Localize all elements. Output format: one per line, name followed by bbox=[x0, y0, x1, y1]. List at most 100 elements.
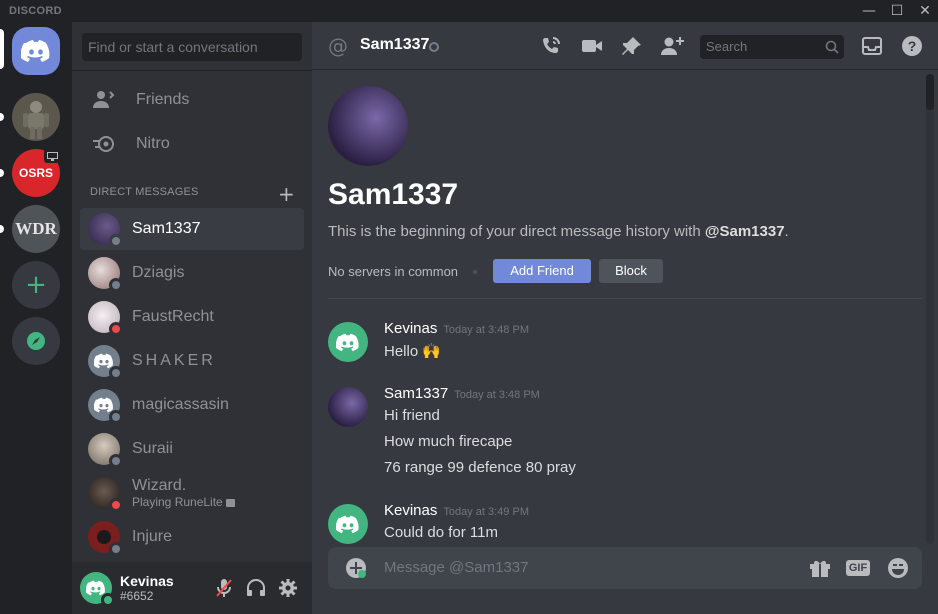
pinned-messages-button[interactable] bbox=[620, 34, 644, 58]
dm-item-wizard[interactable]: Wizard. Playing RuneLite bbox=[80, 472, 304, 514]
minimize-button[interactable]: — bbox=[856, 0, 882, 22]
message-input[interactable]: Message @Sam1337 bbox=[384, 559, 528, 576]
monitor-icon bbox=[46, 151, 58, 161]
nitro-icon bbox=[88, 128, 120, 160]
timestamp: Today at 3:48 PM bbox=[443, 324, 529, 336]
dm-item-sam1337[interactable]: Sam1337 bbox=[80, 208, 304, 250]
mute-button[interactable] bbox=[212, 576, 236, 600]
gif-button[interactable]: GIF bbox=[845, 556, 871, 580]
headphones-icon bbox=[247, 579, 265, 596]
avatar bbox=[88, 433, 123, 468]
divider bbox=[72, 70, 312, 71]
chat-header: @ Sam1337 Search ? bbox=[312, 22, 938, 70]
dm-item-faustrecht[interactable]: FaustRecht bbox=[80, 296, 304, 338]
avatar bbox=[88, 477, 123, 512]
inbox-icon bbox=[862, 37, 882, 55]
message-text: 76 range 99 defence 80 pray bbox=[384, 459, 576, 476]
intro-suffix: . bbox=[784, 223, 789, 240]
nav-nitro[interactable]: Nitro bbox=[80, 123, 304, 165]
chat-area: @ Sam1337 Search ? Sam1337 This is the b… bbox=[312, 22, 938, 614]
status-online-icon bbox=[101, 593, 115, 607]
user-panel: Kevinas #6652 bbox=[72, 562, 312, 614]
unread-indicator bbox=[0, 225, 4, 233]
author-avatar[interactable] bbox=[328, 504, 368, 544]
author-avatar[interactable] bbox=[328, 387, 368, 427]
add-user-icon bbox=[661, 37, 684, 55]
dm-activity: Playing RuneLite bbox=[132, 495, 236, 509]
explore-servers-button[interactable] bbox=[12, 317, 60, 365]
timestamp: Today at 3:49 PM bbox=[443, 506, 529, 518]
status-offline-icon bbox=[109, 366, 123, 380]
status-dnd-icon bbox=[109, 322, 123, 336]
profile-avatar[interactable] bbox=[328, 86, 408, 166]
intro-text: This is the beginning of your direct mes… bbox=[328, 223, 705, 240]
upload-button[interactable] bbox=[344, 556, 368, 580]
nav-friends[interactable]: Friends bbox=[80, 79, 304, 121]
at-icon: @ bbox=[328, 34, 348, 58]
discord-logo-icon bbox=[336, 515, 359, 533]
nav-label: Friends bbox=[136, 91, 190, 108]
emoji-button[interactable] bbox=[886, 556, 910, 580]
message-text: Hi friend bbox=[384, 407, 440, 424]
add-friends-to-dm-button[interactable] bbox=[660, 34, 684, 58]
dm-name: SHAKER bbox=[132, 352, 216, 369]
screen-share-badge bbox=[44, 149, 60, 163]
app-brand: DISCORD bbox=[9, 5, 62, 17]
dm-name: Injure bbox=[132, 528, 173, 545]
author-avatar[interactable] bbox=[328, 322, 368, 362]
plus-circle-icon bbox=[346, 558, 366, 578]
close-button[interactable]: ✕ bbox=[912, 0, 938, 22]
help-button[interactable]: ? bbox=[900, 34, 924, 58]
search-icon bbox=[820, 35, 844, 59]
plus-icon: + bbox=[278, 182, 295, 206]
profile-name: Sam1337 bbox=[328, 178, 459, 211]
dm-item-dziagis[interactable]: Dziagis bbox=[80, 252, 304, 294]
selected-indicator bbox=[0, 29, 4, 69]
emoji-icon bbox=[888, 558, 908, 578]
rich-presence-icon bbox=[226, 498, 236, 507]
history-intro-text: This is the beginning of your direct mes… bbox=[328, 223, 789, 240]
mutual-servers-text: No servers in common bbox=[328, 264, 459, 279]
scrollbar[interactable] bbox=[926, 74, 934, 544]
gift-button[interactable] bbox=[808, 556, 832, 580]
intro-username: @Sam1337 bbox=[704, 223, 785, 240]
create-dm-button[interactable]: + bbox=[278, 182, 295, 206]
maximize-button[interactable]: ☐ bbox=[884, 0, 910, 22]
dot-separator bbox=[473, 270, 477, 274]
status-offline-icon bbox=[109, 454, 123, 468]
avatar bbox=[88, 345, 123, 380]
activity-text: Playing RuneLite bbox=[132, 495, 223, 509]
user-settings-button[interactable] bbox=[276, 576, 300, 600]
deafen-button[interactable] bbox=[244, 576, 268, 600]
user-avatar[interactable] bbox=[80, 572, 115, 607]
dm-item-suraii[interactable]: Suraii bbox=[80, 428, 304, 470]
guild-text: OSRS bbox=[18, 166, 53, 180]
add-friend-button[interactable]: Add Friend bbox=[493, 259, 591, 283]
start-video-call-button[interactable] bbox=[580, 34, 604, 58]
message-text: Hello 🙌 bbox=[384, 343, 442, 360]
message-list: Sam1337 This is the beginning of your di… bbox=[312, 70, 938, 544]
conversation-search-input[interactable]: Find or start a conversation bbox=[82, 33, 302, 61]
avatar bbox=[88, 257, 123, 292]
gif-icon: GIF bbox=[845, 560, 871, 576]
status-offline-icon bbox=[109, 278, 123, 292]
guild-wdr[interactable]: WDR bbox=[12, 205, 60, 253]
svg-text:?: ? bbox=[908, 38, 917, 54]
user-tag: #6652 bbox=[120, 589, 154, 603]
dm-item-injure[interactable]: Injure bbox=[80, 516, 304, 558]
author-name[interactable]: Kevinas bbox=[384, 502, 437, 519]
dm-item-magicassasin[interactable]: magicassasin bbox=[80, 384, 304, 426]
message-composer: Message @Sam1337 GIF bbox=[328, 547, 922, 589]
author-name[interactable]: Kevinas bbox=[384, 320, 437, 337]
plus-icon: + bbox=[25, 270, 47, 300]
home-button[interactable] bbox=[12, 27, 60, 75]
author-name[interactable]: Sam1337 bbox=[384, 385, 448, 402]
block-button[interactable]: Block bbox=[599, 259, 663, 283]
inbox-button[interactable] bbox=[860, 34, 884, 58]
guild-server-1[interactable] bbox=[12, 93, 60, 141]
add-server-button[interactable]: + bbox=[12, 261, 60, 309]
dm-item-shaker[interactable]: SHAKER bbox=[80, 340, 304, 382]
dm-name: Dziagis bbox=[132, 264, 185, 281]
start-voice-call-button[interactable] bbox=[539, 34, 563, 58]
scrollbar-thumb[interactable] bbox=[926, 74, 934, 110]
